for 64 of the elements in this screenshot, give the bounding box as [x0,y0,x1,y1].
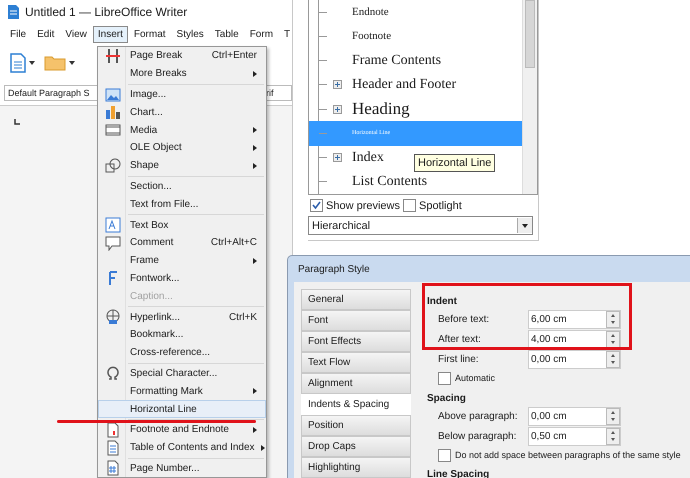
tab[interactable]: Text Flow [301,352,411,373]
field-label: Above paragraph: [438,410,519,422]
menu-item[interactable]: Frame [98,252,266,270]
field-label: Below paragraph: [438,430,518,442]
menu-item[interactable]: Page Break Ctrl+Enter [98,47,266,65]
menu-item[interactable]: Bookmark... [98,326,266,344]
window-title: Untitled 1 — LibreOffice Writer [25,5,188,19]
spin-field[interactable]: 0,50 cm [528,426,621,446]
menu-item[interactable]: Cross-reference... [98,344,266,362]
checkbox-label: Automatic [455,373,496,383]
tab[interactable]: Drop Caps [301,436,411,457]
menu-item[interactable]: Edit [32,26,60,43]
style-item[interactable]: Frame Contents [309,48,522,73]
tab[interactable]: Font [301,310,411,331]
menu-item[interactable]: Fontwork... [98,270,266,288]
menu-item[interactable]: Styles [172,26,209,43]
menu-item[interactable]: Chart... [98,103,266,122]
filter-dropdown[interactable]: Hierarchical [308,216,533,235]
checkbox-label: Do not add space between paragraphs of the same style [455,450,681,460]
tab[interactable]: Font Effects [301,331,411,352]
style-item[interactable]: Footnote [309,24,522,48]
menu-item[interactable]: Media [98,121,266,139]
menu-item[interactable]: View [60,26,92,43]
tab[interactable]: Position [301,415,411,436]
spin-field[interactable]: 0,00 cm [528,350,621,368]
section-heading: Spacing [427,392,466,404]
menu-item[interactable]: Text Box [98,216,266,234]
menu-item[interactable]: Table [210,26,244,43]
menu-item[interactable]: Table of Contents and Index [98,438,266,457]
menu-item[interactable]: Page Number... [98,460,266,478]
menu-item[interactable]: OLE Object [98,138,266,157]
spin-field[interactable]: 6,00 cm [528,310,621,328]
style-item[interactable]: Heading [309,97,522,122]
tab[interactable]: Alignment [301,373,411,394]
menu-item[interactable]: Horizontal Line [98,400,266,418]
tab[interactable]: Indents & Spacing [301,394,411,415]
section-heading: Indent [427,296,457,306]
tab[interactable]: General [301,289,411,310]
menu-item[interactable]: Formatting Mark [98,382,266,400]
menu-item[interactable]: Section... [98,178,266,196]
menu-item[interactable]: Shape [98,156,266,175]
dialog-title: Paragraph Style [298,264,370,274]
style-item[interactable]: List Contents [309,170,522,194]
field-label: Before text: [438,314,490,324]
checkbox-label: Spotlight [418,200,462,212]
style-item[interactable]: Endnote [309,0,522,24]
menu-item[interactable]: Format [128,26,171,43]
spin-field[interactable]: 0,00 cm [528,406,621,426]
tab[interactable]: Highlighting [301,457,411,478]
checkbox-label: Show previews [326,200,400,212]
style-item[interactable]: Header and Footer [309,72,522,97]
menu-item[interactable]: File [5,26,32,43]
spin-field[interactable]: 4,00 cm [528,330,621,348]
tooltip: Horizontal Line [414,154,496,172]
menu-item[interactable]: Form [244,26,278,43]
menu-item[interactable]: Text from File... [98,195,266,214]
menu-item[interactable]: More Breaks [98,64,266,83]
menu-item[interactable]: T [279,26,292,43]
menu-item[interactable]: Hyperlink... Ctrl+K [98,308,266,326]
field-label: After text: [438,334,482,344]
menu-item[interactable]: Comment Ctrl+Alt+C [98,234,266,252]
menu-item[interactable]: Special Character... [98,364,266,382]
menu-item[interactable]: Insert [92,26,128,43]
field-label: First line: [438,354,480,364]
